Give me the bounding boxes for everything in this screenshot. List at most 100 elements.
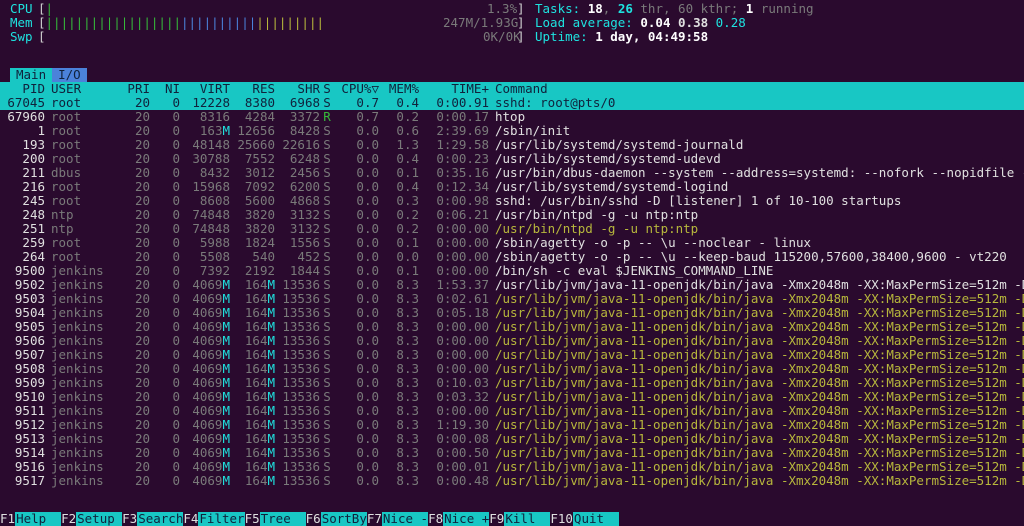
process-row[interactable]: 264root2005508540452S0.00.00:00.00/sbin/…	[0, 250, 1024, 264]
fkey-label-F9[interactable]: Kill	[504, 512, 550, 526]
process-row[interactable]: 251ntp2007484838203132S0.00.20:00.00/usr…	[0, 222, 1024, 236]
bracket-close: ]	[517, 2, 525, 16]
fkey-F10: F10	[550, 512, 573, 526]
fkey-label-F6[interactable]: SortBy	[321, 512, 367, 526]
process-row[interactable]: 9511jenkins2004069M164M13536S0.08.30:00.…	[0, 404, 1024, 418]
fkey-label-F1[interactable]: Help	[15, 512, 61, 526]
process-row[interactable]: 9504jenkins2004069M164M13536S0.08.30:05.…	[0, 306, 1024, 320]
cpu-label: CPU	[10, 2, 38, 16]
process-row[interactable]: 67960root200831642843372R0.70.20:00.17ht…	[0, 110, 1024, 124]
uptime-line: Uptime: 1 day, 04:49:58	[535, 30, 708, 44]
running-count: 1	[746, 1, 754, 16]
swp-value: 0K/0K	[483, 30, 521, 44]
process-row[interactable]: 248ntp2007484838203132S0.00.20:06.21/usr…	[0, 208, 1024, 222]
fkey-F9: F9	[489, 512, 504, 526]
hdr-pri[interactable]: PRI	[115, 82, 150, 96]
fkey-F7: F7	[367, 512, 382, 526]
process-row[interactable]: 216root2001596870926200S0.00.40:12.34/us…	[0, 180, 1024, 194]
mem-bar: |||||||||||||||||||||||||||||||||||||	[46, 16, 324, 30]
fkey-label-F3[interactable]: Search	[137, 512, 183, 526]
hdr-cpu[interactable]: CPU%▽	[334, 82, 379, 96]
process-row[interactable]: 9503jenkins2004069M164M13536S0.08.30:02.…	[0, 292, 1024, 306]
fkey-label-F2[interactable]: Setup	[76, 512, 122, 526]
process-row[interactable]: 200root2003078875526248S0.00.40:00.23/us…	[0, 152, 1024, 166]
thr-label: thr,	[640, 1, 678, 16]
mem-meter: Mem[||||||||||||||||||||||||||||||||||||…	[10, 16, 1014, 30]
load1: 0.04	[640, 15, 670, 30]
htop-screen: CPU[| 1.3%] Mem[||||||||||||||||||||||||…	[0, 0, 1024, 526]
tab-main[interactable]: Main	[10, 68, 52, 82]
mem-label: Mem	[10, 16, 38, 30]
process-row[interactable]: 9500jenkins200739221921844S0.00.10:00.00…	[0, 264, 1024, 278]
kthr: 60 kthr;	[678, 1, 738, 16]
process-row[interactable]: 9513jenkins2004069M164M13536S0.08.30:00.…	[0, 432, 1024, 446]
fkey-F6: F6	[306, 512, 321, 526]
process-row[interactable]: 9514jenkins2004069M164M13536S0.08.30:00.…	[0, 446, 1024, 460]
swp-meter: Swp[ 0K/0K]	[10, 30, 1014, 44]
process-row[interactable]: 9508jenkins2004069M164M13536S0.08.30:00.…	[0, 362, 1024, 376]
fkey-label-F10[interactable]: Quit	[573, 512, 619, 526]
fkey-F2: F2	[61, 512, 76, 526]
process-row[interactable]: 9512jenkins2004069M164M13536S0.08.31:19.…	[0, 418, 1024, 432]
hdr-s[interactable]: S	[320, 82, 334, 96]
process-row[interactable]: 245root200860856004868S0.00.30:00.98sshd…	[0, 194, 1024, 208]
running-label: running	[761, 1, 814, 16]
fkey-label-F5[interactable]: Tree	[260, 512, 306, 526]
fkey-F3: F3	[122, 512, 137, 526]
process-row[interactable]: 9516jenkins2004069M164M13536S0.08.30:00.…	[0, 460, 1024, 474]
fkey-F5: F5	[245, 512, 260, 526]
tabs: MainI/O	[0, 68, 1024, 82]
fkey-label-F8[interactable]: Nice +	[443, 512, 489, 526]
uptime-value: 1 day, 04:49:58	[595, 29, 708, 44]
hdr-res[interactable]: RES	[230, 82, 275, 96]
process-row[interactable]: 9505jenkins2004069M164M13536S0.08.30:00.…	[0, 320, 1024, 334]
fkey-F1: F1	[0, 512, 15, 526]
bracket-close: ]	[517, 30, 525, 44]
fkey-F4: F4	[183, 512, 198, 526]
process-row[interactable]: 9506jenkins2004069M164M13536S0.08.30:00.…	[0, 334, 1024, 348]
fkey-label-F7[interactable]: Nice -	[382, 512, 428, 526]
hdr-ni[interactable]: NI	[150, 82, 180, 96]
process-list[interactable]: 67045root2001222883806968S0.70.40:00.91s…	[0, 96, 1024, 488]
cpu-meter: CPU[| 1.3%]	[10, 2, 1014, 16]
fkey-F8: F8	[428, 512, 443, 526]
uptime-label: Uptime:	[535, 29, 588, 44]
tasks-line: Tasks: 18, 26 thr, 60 kthr; 1 running	[535, 2, 814, 16]
process-row[interactable]: 259root200598818241556S0.00.10:00.00/sbi…	[0, 236, 1024, 250]
load-line: Load average: 0.04 0.38 0.28	[535, 16, 746, 30]
hdr-mem[interactable]: MEM%	[379, 82, 419, 96]
process-row[interactable]: 9509jenkins2004069M164M13536S0.08.30:10.…	[0, 376, 1024, 390]
process-row[interactable]: 1root200163M126568428S0.00.62:39.69/sbin…	[0, 124, 1024, 138]
cpu-value: 1.3%	[487, 2, 517, 16]
process-row[interactable]: 9517jenkins2004069M164M13536S0.08.30:00.…	[0, 474, 1024, 488]
hdr-time[interactable]: TIME+	[419, 82, 489, 96]
process-row[interactable]: 193root200481482566022616S0.01.31:29.58/…	[0, 138, 1024, 152]
bracket-open: [	[38, 2, 46, 16]
tasks-count: 18	[588, 1, 603, 16]
load2: 0.38	[678, 15, 708, 30]
process-row[interactable]: 9507jenkins2004069M164M13536S0.08.30:00.…	[0, 348, 1024, 362]
tab-i/o[interactable]: I/O	[52, 68, 87, 82]
hdr-pid[interactable]: PID	[0, 82, 45, 96]
bracket-close: ]	[517, 16, 525, 30]
meters-panel: CPU[| 1.3%] Mem[||||||||||||||||||||||||…	[0, 0, 1024, 48]
bracket-open: [	[38, 16, 46, 30]
bracket-open: [	[38, 30, 46, 44]
function-keys: F1Help F2Setup F3SearchF4FilterF5Tree F6…	[0, 512, 1024, 526]
process-row[interactable]: 67045root2001222883806968S0.70.40:00.91s…	[0, 96, 1024, 110]
table-header[interactable]: PID USER PRI NI VIRT RES SHR S CPU%▽ MEM…	[0, 82, 1024, 96]
hdr-user[interactable]: USER	[45, 82, 115, 96]
process-row[interactable]: 9502jenkins2004069M164M13536S0.08.31:53.…	[0, 278, 1024, 292]
mem-value: 247M/1.93G	[443, 16, 518, 30]
thread-count: 26	[618, 1, 633, 16]
cpu-bar: |	[46, 2, 54, 16]
hdr-cmd[interactable]: Command	[489, 82, 1024, 96]
process-row[interactable]: 9510jenkins2004069M164M13536S0.08.30:03.…	[0, 390, 1024, 404]
load-label: Load average:	[535, 15, 633, 30]
process-row[interactable]: 211dbus200843230122456S0.00.10:35.16/usr…	[0, 166, 1024, 180]
swp-label: Swp	[10, 30, 38, 44]
hdr-virt[interactable]: VIRT	[180, 82, 230, 96]
load3: 0.28	[716, 15, 746, 30]
fkey-label-F4[interactable]: Filter	[198, 512, 244, 526]
hdr-shr[interactable]: SHR	[275, 82, 320, 96]
